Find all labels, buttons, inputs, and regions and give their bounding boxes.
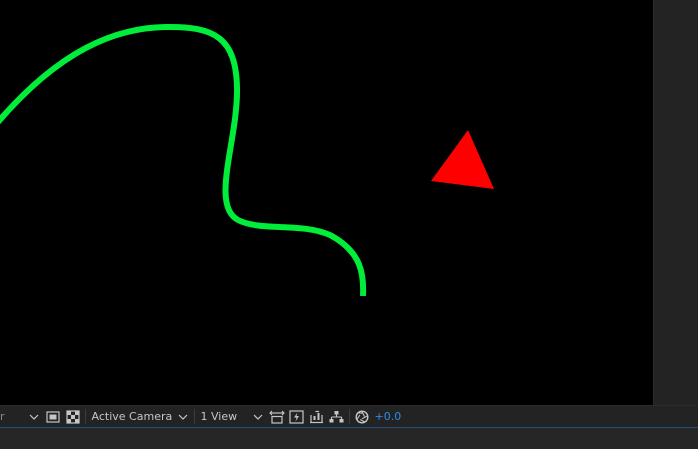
renderer-dropdown[interactable]: r — [0, 407, 43, 426]
viewer-toolbar: r Active Camera 1 View +0.0 — [0, 405, 698, 428]
chevron-down-icon — [29, 412, 39, 422]
chevron-down-icon — [178, 412, 188, 422]
stroke-path[interactable] — [0, 23, 367, 297]
view-dropdown[interactable]: Active Camera — [88, 407, 192, 426]
timeline-strip — [0, 428, 698, 449]
composition-viewer[interactable] — [0, 0, 653, 405]
region-of-interest-icon[interactable] — [44, 408, 62, 426]
pixel-aspect-icon[interactable] — [268, 408, 286, 426]
renderer-dropdown-label: r — [0, 410, 5, 423]
transparency-grid-icon[interactable] — [64, 408, 82, 426]
layout-dropdown[interactable]: 1 View — [197, 407, 267, 426]
triangle-shape[interactable] — [431, 130, 494, 189]
timeline-icon[interactable] — [308, 408, 326, 426]
toolbar-divider — [193, 409, 195, 424]
exposure-value[interactable]: +0.0 — [375, 410, 402, 423]
view-dropdown-label: Active Camera — [91, 410, 173, 423]
side-panel — [653, 0, 698, 405]
fast-previews-icon[interactable] — [288, 408, 306, 426]
reset-exposure-icon[interactable] — [353, 408, 371, 426]
toolbar-divider — [84, 409, 86, 424]
composition-canvas — [0, 23, 494, 297]
flowchart-icon[interactable] — [328, 408, 346, 426]
layout-dropdown-label: 1 View — [200, 410, 238, 423]
composition-panel: r Active Camera 1 View +0.0 — [0, 0, 698, 449]
chevron-down-icon — [253, 412, 263, 422]
toolbar-divider — [348, 409, 350, 424]
